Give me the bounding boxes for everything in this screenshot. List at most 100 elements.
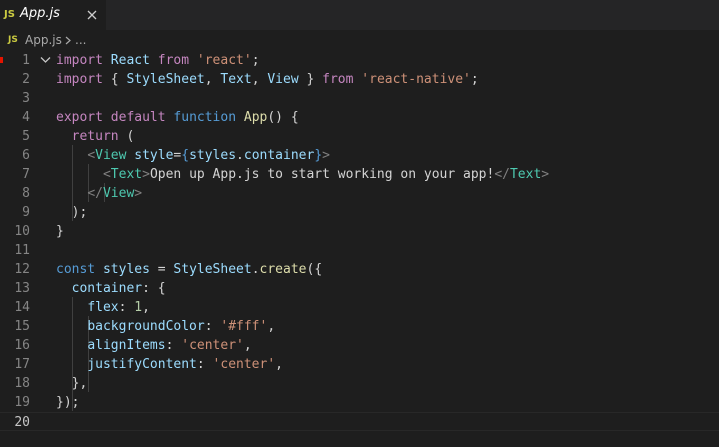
breadcrumb-symbol[interactable]: ... <box>75 32 86 48</box>
line-number: 8 <box>22 186 30 201</box>
code-token: () { <box>267 110 299 125</box>
code-token: 'react-native' <box>361 72 471 87</box>
code-token: const <box>56 262 96 277</box>
code-token: View <box>267 72 299 87</box>
code-line[interactable]: 3 <box>0 89 719 108</box>
code-token: React <box>110 53 150 68</box>
code-text: import { StyleSheet, Text, View } from '… <box>56 70 479 89</box>
code-token: , <box>142 300 150 315</box>
code-token: StyleSheet <box>173 262 252 277</box>
code-token: Open up App.js to start working on your … <box>149 167 495 182</box>
code-token: View <box>95 148 127 163</box>
code-line[interactable]: 13 container: { <box>0 279 719 298</box>
tab-app-js[interactable]: JS App.js <box>0 0 106 30</box>
breadcrumb-file[interactable]: App.js <box>25 32 62 48</box>
code-token: = <box>149 262 174 277</box>
tab-bar: JS App.js <box>0 0 719 30</box>
line-number: 15 <box>14 319 30 334</box>
code-line[interactable]: 19}); <box>0 393 719 412</box>
code-token: . <box>251 262 260 277</box>
code-line[interactable]: 14 flex: 1, <box>0 298 719 317</box>
code-editor[interactable]: 1 import React from 'react'; 2 import { Sty… <box>0 50 719 447</box>
code-line[interactable]: 15 backgroundColor: '#fff', <box>0 317 719 336</box>
code-line[interactable]: 11 <box>0 241 719 260</box>
fold-chevron-down-icon[interactable] <box>40 56 51 64</box>
line-number: 4 <box>22 110 30 125</box>
code-text: const styles = StyleSheet.create({ <box>56 260 322 279</box>
code-token: < <box>102 167 111 182</box>
code-token: 'center' <box>181 338 244 353</box>
line-number: 7 <box>22 167 30 182</box>
code-token: </ <box>494 167 510 182</box>
code-text: <View style={styles.container}> <box>56 146 330 165</box>
code-line[interactable]: 7 <Text>Open up App.js to start working … <box>0 165 719 184</box>
code-token: ({ <box>306 262 323 277</box>
code-token: justifyContent <box>87 357 197 372</box>
javascript-file-icon: JS <box>4 9 15 20</box>
code-line[interactable]: 10} <box>0 222 719 241</box>
code-token: export <box>56 110 103 125</box>
editor-window: JS App.js JS App.js ... 1 import React fr… <box>0 0 719 447</box>
code-text: </View> <box>56 184 142 203</box>
code-token: { <box>102 72 127 87</box>
code-text: <Text>Open up App.js to start working on… <box>56 165 549 184</box>
code-token: from <box>322 72 354 87</box>
code-token: } <box>298 72 323 87</box>
code-token: App <box>243 110 268 125</box>
code-token: create <box>259 262 307 277</box>
code-line[interactable]: 17 justifyContent: 'center', <box>0 355 719 374</box>
line-number: 3 <box>22 91 30 106</box>
line-number: 13 <box>14 281 30 296</box>
chevron-right-icon <box>65 36 71 45</box>
code-token: } <box>314 148 323 163</box>
line-number: 6 <box>22 148 30 163</box>
code-line[interactable]: 9 ); <box>0 203 719 222</box>
code-token: default <box>110 110 166 125</box>
line-number: 18 <box>14 376 30 391</box>
code-token: '#fff' <box>220 319 268 334</box>
code-token: View <box>102 186 135 201</box>
code-token: : <box>118 300 135 315</box>
code-text: }, <box>56 374 88 393</box>
code-line[interactable]: 2 import { StyleSheet, Text, View } from … <box>0 70 719 89</box>
code-line[interactable]: 1 import React from 'react'; <box>0 51 719 70</box>
line-number: 11 <box>14 243 30 258</box>
code-text: backgroundColor: '#fff', <box>56 317 275 336</box>
code-token: : { <box>142 281 166 296</box>
javascript-file-icon: JS <box>8 35 18 45</box>
code-token: , <box>204 72 221 87</box>
code-token: }, <box>56 376 88 391</box>
code-token: container <box>243 148 315 163</box>
code-token: : <box>165 338 182 353</box>
code-text: } <box>56 222 64 241</box>
code-token: , <box>267 319 276 334</box>
close-icon[interactable] <box>84 7 100 23</box>
code-line[interactable]: 18 }, <box>0 374 719 393</box>
code-token: 1 <box>134 300 143 315</box>
code-token: > <box>142 167 150 182</box>
code-token: > <box>322 148 330 163</box>
code-line[interactable]: 6 <View style={styles.container}> <box>0 146 719 165</box>
code-token: </ <box>87 186 103 201</box>
code-line[interactable]: 20 <box>0 412 719 431</box>
code-line[interactable]: 4 export default function App() { <box>0 108 719 127</box>
code-line[interactable]: 5 return ( <box>0 127 719 146</box>
tab-label: App.js <box>20 6 60 21</box>
code-token: import <box>56 72 103 87</box>
breadcrumb: JS App.js ... <box>0 30 719 50</box>
code-token: , <box>251 72 268 87</box>
code-line[interactable]: 8 </View> <box>0 184 719 203</box>
code-line[interactable]: 16 alignItems: 'center', <box>0 336 719 355</box>
code-token: return <box>71 129 119 144</box>
code-line[interactable]: 12 const styles = StyleSheet.create({ <box>0 260 719 279</box>
